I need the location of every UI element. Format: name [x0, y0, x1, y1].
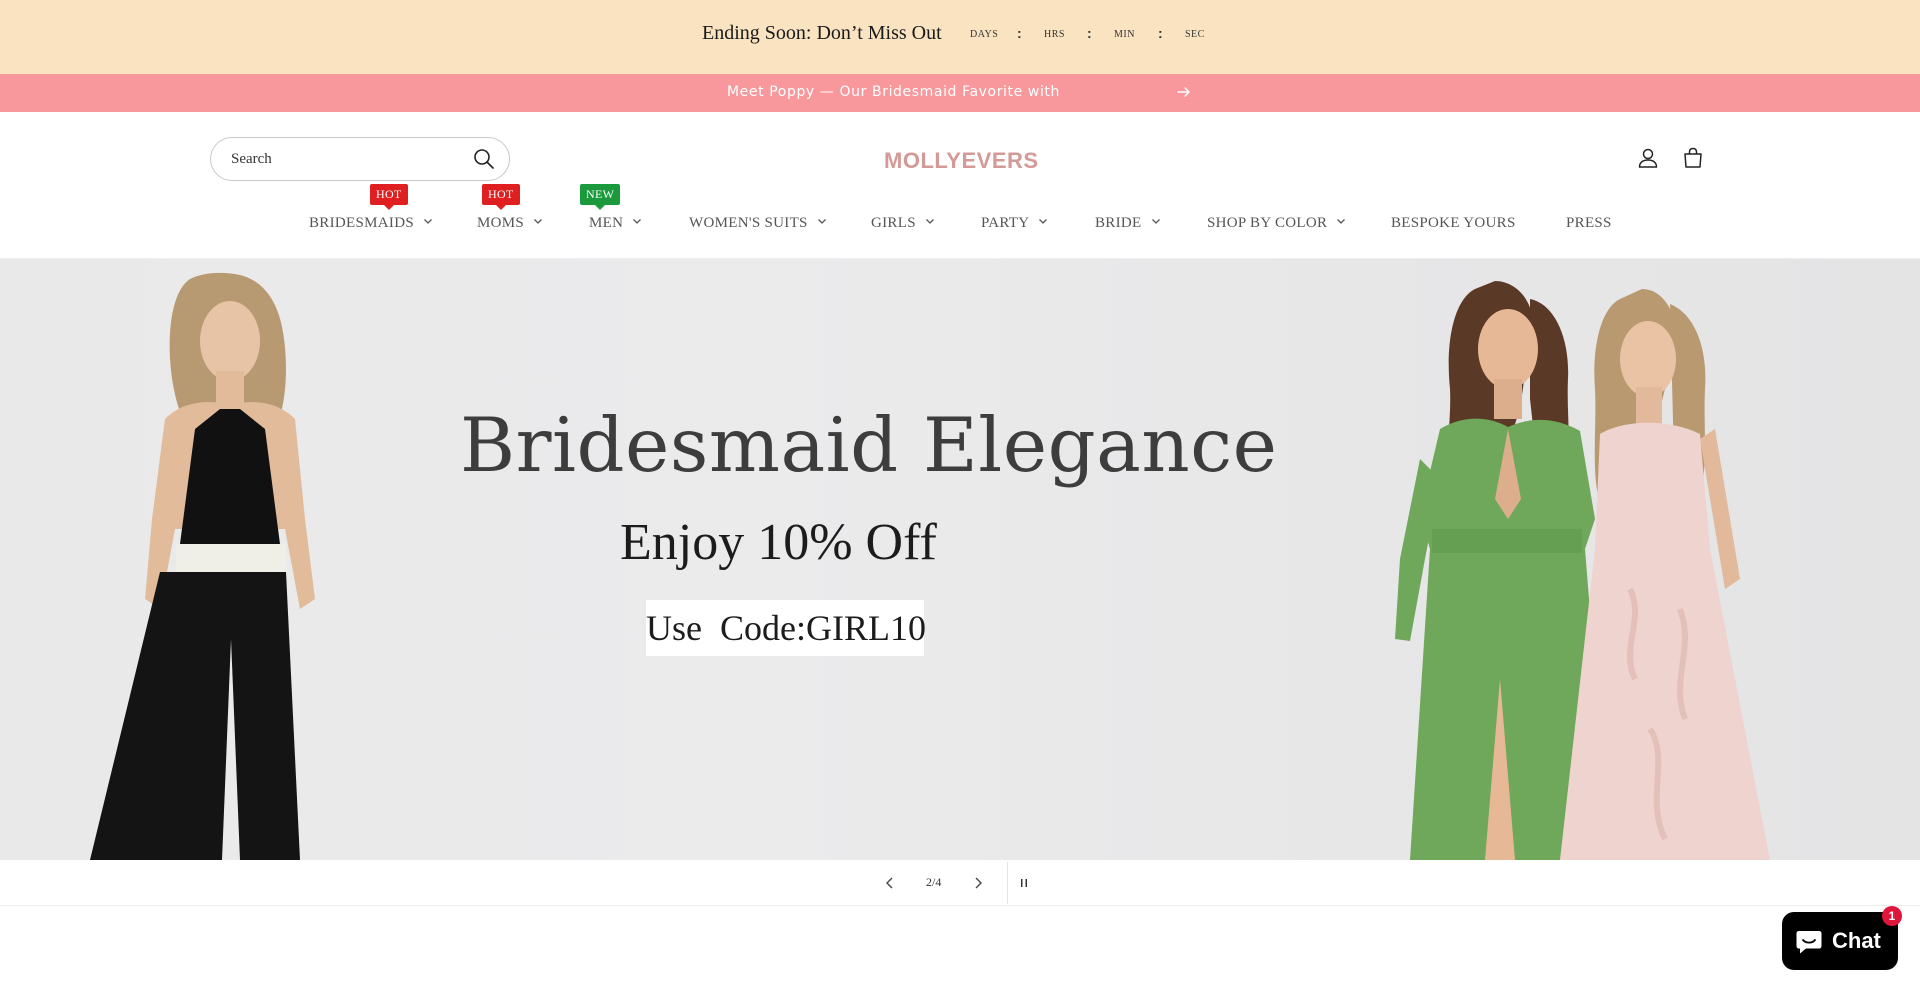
nav-item-label: PRESS — [1566, 215, 1612, 231]
countdown-days-label: DAYS — [970, 29, 999, 40]
announcement-text[interactable]: Meet Poppy — Our Bridesmaid Favorite wit… — [727, 84, 1060, 100]
search-bar[interactable] — [210, 137, 510, 181]
nav-item-shop-by-color[interactable]: SHOP BY COLOR — [1207, 215, 1346, 232]
chat-button[interactable]: Chat — [1782, 912, 1898, 970]
nav-item-label: MEN — [589, 215, 624, 231]
nav-item-label: BESPOKE YOURS — [1391, 215, 1516, 231]
chevron-down-icon — [534, 219, 543, 224]
chevron-down-icon — [1039, 219, 1048, 224]
countdown-bar: Ending Soon: Don’t Miss Out DAYS : HRS :… — [0, 0, 1920, 74]
account-icon[interactable] — [1636, 146, 1660, 170]
chevron-down-icon — [633, 219, 642, 224]
search-input[interactable] — [231, 138, 461, 180]
countdown-minutes-label: MIN — [1114, 29, 1135, 40]
nav-item-girls[interactable]: GIRLS — [871, 215, 935, 232]
nav-item-bespoke-yours[interactable]: BESPOKE YOURS — [1391, 215, 1516, 232]
countdown-separator: : — [1017, 25, 1022, 41]
chat-unread-badge: 1 — [1882, 906, 1902, 926]
countdown-separator: : — [1087, 25, 1092, 41]
countdown-seconds-label: SEC — [1185, 29, 1205, 40]
cart-icon[interactable] — [1681, 146, 1705, 170]
hot-badge: HOT — [370, 184, 408, 210]
countdown-title: Ending Soon: Don’t Miss Out — [702, 22, 942, 44]
site-logo[interactable]: MOLLYEVERS — [884, 148, 1039, 174]
hot-badge: HOT — [482, 184, 520, 210]
nav-item-bride[interactable]: BRIDE — [1095, 215, 1161, 232]
nav-item-label: PARTY — [981, 215, 1030, 231]
chevron-down-icon — [817, 219, 826, 224]
countdown-hours-label: HRS — [1044, 29, 1065, 40]
chat-bubble-icon — [1796, 931, 1822, 954]
divider — [1007, 862, 1008, 904]
hero-banner[interactable]: Bridesmaid Elegance Enjoy 10% Off Use Co… — [0, 259, 1920, 860]
model-black-jumpsuit-image — [90, 272, 315, 860]
nav-item-moms[interactable]: MOMS — [477, 215, 543, 232]
nav-item-label: BRIDESMAIDS — [309, 215, 414, 231]
promo-code-box: Use Code:GIRL10 — [646, 600, 926, 656]
nav-item-womens-suits[interactable]: WOMEN'S SUITS — [689, 215, 827, 232]
chevron-down-icon — [1151, 219, 1160, 224]
search-icon[interactable] — [473, 148, 495, 170]
models-green-and-blush-dresses-image — [1395, 281, 1770, 860]
arrow-right-icon[interactable] — [1176, 82, 1192, 102]
slide-counter: 2/4 — [926, 875, 942, 889]
nav-item-label: BRIDE — [1095, 215, 1142, 231]
nav-item-men[interactable]: MEN — [589, 215, 642, 232]
hero-title: Bridesmaid Elegance — [460, 401, 1278, 489]
chevron-right-icon[interactable] — [970, 875, 986, 891]
nav-item-bridesmaids[interactable]: BRIDESMAIDS — [309, 215, 433, 232]
chevron-down-icon — [1337, 219, 1346, 224]
hero-subtitle: Enjoy 10% Off — [620, 514, 937, 571]
nav-item-label: GIRLS — [871, 215, 916, 231]
nav-item-label: SHOP BY COLOR — [1207, 215, 1328, 231]
pause-icon[interactable] — [1016, 875, 1032, 891]
nav-item-press[interactable]: PRESS — [1566, 215, 1612, 232]
new-badge: NEW — [580, 184, 621, 210]
nav-item-party[interactable]: PARTY — [981, 215, 1048, 232]
countdown-separator: : — [1158, 25, 1163, 41]
announcement-bar[interactable]: Meet Poppy — Our Bridesmaid Favorite wit… — [0, 74, 1920, 112]
nav-item-label: WOMEN'S SUITS — [689, 215, 808, 231]
chevron-left-icon[interactable] — [882, 875, 898, 891]
slideshow-controls: 2/4 — [0, 860, 1920, 906]
nav-item-label: MOMS — [477, 215, 525, 231]
site-header: MOLLYEVERS BRIDESMAIDS MOMS MEN WOMEN'S … — [0, 112, 1920, 259]
chat-label: Chat — [1832, 928, 1881, 953]
chevron-down-icon — [925, 219, 934, 224]
chevron-down-icon — [424, 219, 432, 224]
